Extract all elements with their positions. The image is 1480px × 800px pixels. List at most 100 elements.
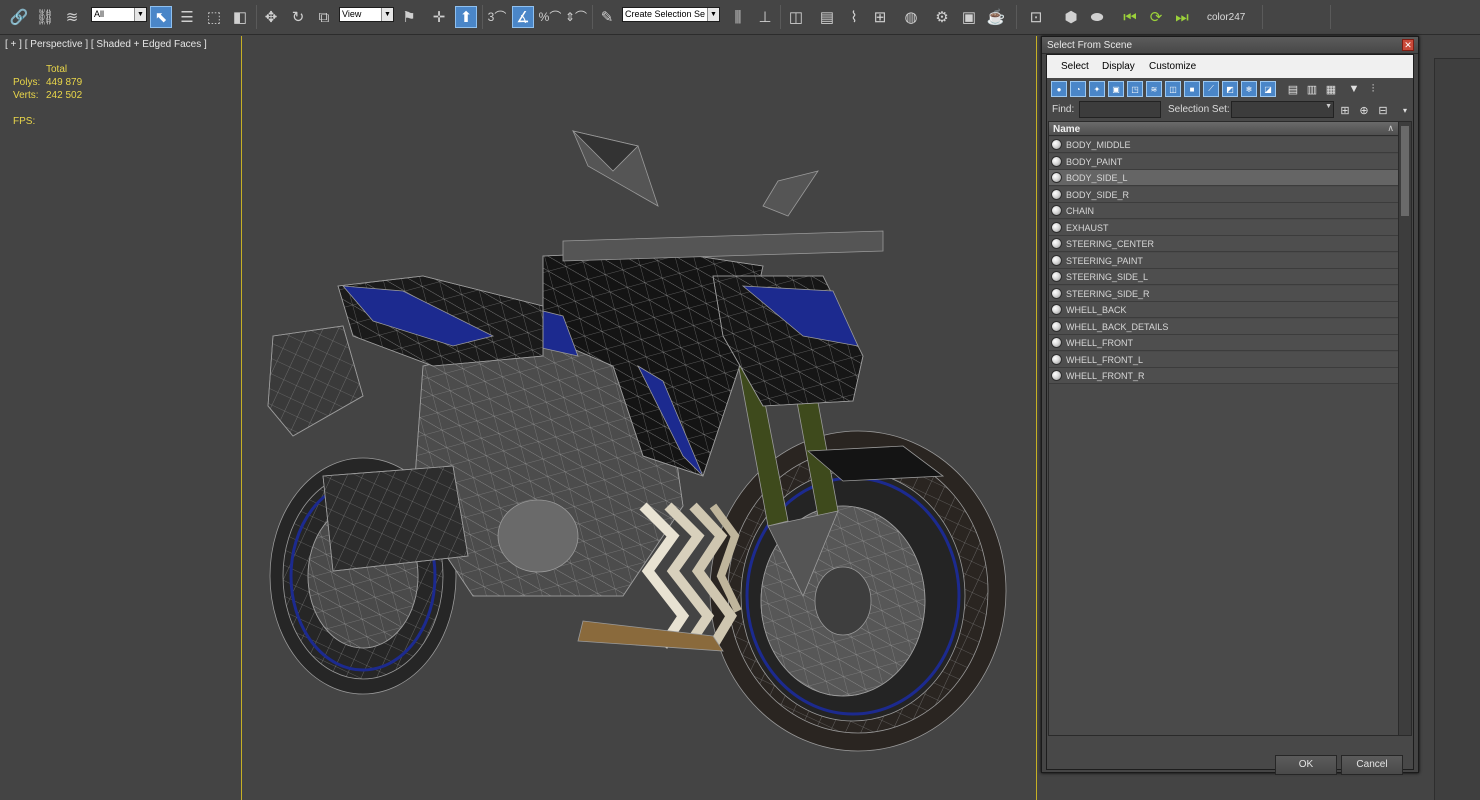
angle-snap-icon[interactable]: ∡ bbox=[512, 6, 534, 28]
ok-button[interactable]: OK bbox=[1275, 755, 1337, 775]
teapot-icon[interactable]: ☕ bbox=[985, 6, 1007, 28]
list-item[interactable]: WHELL_FRONT bbox=[1049, 335, 1398, 351]
find-input[interactable] bbox=[1079, 101, 1161, 118]
material-editor-icon[interactable]: ◍ bbox=[900, 6, 922, 28]
list-item[interactable]: BODY_PAINT bbox=[1049, 153, 1398, 170]
display-lights-icon[interactable]: ✦ bbox=[1089, 81, 1105, 97]
display-helpers-icon[interactable]: ◳ bbox=[1127, 81, 1143, 97]
select-by-name-icon[interactable]: ☰ bbox=[176, 6, 198, 28]
key-forward-icon[interactable]: ⏭ bbox=[1171, 6, 1193, 28]
list-item-label: STEERING_CENTER bbox=[1066, 239, 1155, 249]
manipulate-icon[interactable]: ⬆ bbox=[455, 6, 477, 28]
list-item[interactable]: STEERING_PAINT bbox=[1049, 252, 1398, 269]
list-item[interactable]: EXHAUST bbox=[1049, 219, 1398, 236]
display-xrefs-icon[interactable]: ■ bbox=[1184, 81, 1200, 97]
spinner-snap-icon[interactable]: ⇕⌒ bbox=[565, 6, 587, 28]
remove-from-set-icon[interactable]: ⊟ bbox=[1375, 102, 1391, 118]
render-setup-icon[interactable]: ⚙ bbox=[931, 6, 953, 28]
pivot-icon[interactable]: ⚑ bbox=[398, 6, 420, 28]
list-scrollbar[interactable] bbox=[1398, 122, 1411, 735]
sphere-icon[interactable]: ⬬ bbox=[1086, 6, 1108, 28]
window-crossing-icon[interactable]: ◧ bbox=[229, 6, 251, 28]
selection-set-dropdown[interactable]: ▼ bbox=[1231, 101, 1334, 118]
display-geometry-icon[interactable]: ● bbox=[1051, 81, 1067, 97]
display-bones-icon[interactable]: ⟋ bbox=[1203, 81, 1219, 97]
percent-snap-icon[interactable]: %⌒ bbox=[539, 6, 562, 28]
display-hidden-icon[interactable]: ◪ bbox=[1260, 81, 1276, 97]
scene-explorer-icon[interactable]: ▤ bbox=[816, 6, 838, 28]
selection-set-dropdown[interactable]: Create Selection Se ▼ bbox=[622, 7, 720, 22]
display-spacewarps-icon[interactable]: ≋ bbox=[1146, 81, 1162, 97]
filter-options-icon[interactable]: ⫶ bbox=[1365, 81, 1381, 97]
filter-icon[interactable]: ▼ bbox=[1346, 81, 1362, 97]
selection-filter-dropdown[interactable]: All ▼ bbox=[91, 7, 147, 22]
select-all-icon[interactable]: ▤ bbox=[1285, 81, 1301, 97]
layer-manager-icon[interactable]: ◫ bbox=[785, 6, 807, 28]
bind-spacewarp-icon[interactable]: ≋ bbox=[61, 6, 83, 28]
display-shapes-icon[interactable]: ◔ bbox=[1070, 81, 1086, 97]
unlink-icon[interactable]: ⛓ bbox=[34, 6, 56, 28]
keyboard-shortcut-icon[interactable]: ✛ bbox=[428, 6, 450, 28]
list-item[interactable]: WHELL_FRONT_R bbox=[1049, 368, 1398, 384]
key-mode-icon[interactable]: ⟳ bbox=[1145, 6, 1167, 28]
scrollbar-thumb[interactable] bbox=[1401, 126, 1409, 216]
list-item[interactable]: STEERING_SIDE_L bbox=[1049, 269, 1398, 285]
list-item[interactable]: BODY_SIDE_L bbox=[1049, 170, 1398, 186]
chevron-down-icon: ▼ bbox=[134, 8, 146, 21]
link-icon[interactable]: 🔗 bbox=[8, 6, 30, 28]
list-item-label: WHELL_BACK bbox=[1066, 305, 1127, 315]
curve-editor-icon[interactable]: ⌇ bbox=[843, 6, 865, 28]
key-back-icon[interactable]: ⏮ bbox=[1119, 6, 1141, 28]
selection-set-label: Selection Set: bbox=[1168, 104, 1230, 115]
menu-display[interactable]: Display bbox=[1102, 61, 1135, 72]
scale-icon[interactable]: ⧉ bbox=[313, 6, 335, 28]
display-frozen-icon[interactable]: ❄ bbox=[1241, 81, 1257, 97]
geometry-object-icon bbox=[1051, 139, 1062, 150]
chevron-down-icon: ▼ bbox=[381, 8, 393, 21]
dialog-titlebar[interactable]: Select From Scene ✕ bbox=[1042, 37, 1418, 54]
menu-customize[interactable]: Customize bbox=[1149, 61, 1196, 72]
menu-select[interactable]: Select bbox=[1061, 61, 1089, 72]
geometry-object-icon bbox=[1051, 370, 1062, 381]
rectangular-selection-icon[interactable]: ⬚ bbox=[203, 6, 225, 28]
mirror-icon[interactable]: ⫼ bbox=[727, 6, 749, 28]
list-item[interactable]: WHELL_BACK bbox=[1049, 302, 1398, 318]
close-icon[interactable]: ✕ bbox=[1402, 39, 1414, 51]
toolbar-separator bbox=[482, 5, 483, 29]
add-to-set-icon[interactable]: ⊕ bbox=[1356, 102, 1372, 118]
display-cameras-icon[interactable]: ▣ bbox=[1108, 81, 1124, 97]
list-item[interactable]: STEERING_CENTER bbox=[1049, 236, 1398, 252]
rotate-icon[interactable]: ↻ bbox=[287, 6, 309, 28]
select-none-icon[interactable]: ▥ bbox=[1304, 81, 1320, 97]
toolbar-separator bbox=[256, 5, 257, 29]
list-item[interactable]: STEERING_SIDE_R bbox=[1049, 285, 1398, 302]
perspective-viewport[interactable] bbox=[243, 36, 1037, 800]
list-item[interactable]: BODY_SIDE_R bbox=[1049, 186, 1398, 203]
create-selection-set-icon[interactable]: ⊞ bbox=[1337, 102, 1353, 118]
viewport-label[interactable]: [ + ] [ Perspective ] [ Shaded + Edged F… bbox=[5, 39, 207, 50]
geometry-object-icon bbox=[1051, 155, 1062, 167]
expand-icon[interactable]: ▾ bbox=[1397, 102, 1413, 118]
align-icon[interactable]: ⊥ bbox=[754, 6, 776, 28]
move-icon[interactable]: ✥ bbox=[260, 6, 282, 28]
display-containers-icon[interactable]: ◩ bbox=[1222, 81, 1238, 97]
list-item[interactable]: WHELL_BACK_DETAILS bbox=[1049, 318, 1398, 335]
container-icon[interactable]: ⊡ bbox=[1025, 6, 1047, 28]
select-invert-icon[interactable]: ▦ bbox=[1323, 81, 1339, 97]
reference-coordinate-dropdown[interactable]: View ▼ bbox=[339, 7, 394, 22]
named-selection-icon[interactable]: ✎ bbox=[596, 6, 618, 28]
geometry-object-icon bbox=[1051, 271, 1062, 282]
select-object-icon[interactable]: ⬉ bbox=[150, 6, 172, 28]
list-item-label: WHELL_BACK_DETAILS bbox=[1066, 321, 1169, 332]
list-item[interactable]: WHELL_FRONT_L bbox=[1049, 351, 1398, 368]
box-icon[interactable]: ⬢ bbox=[1060, 6, 1082, 28]
column-header-label: Name bbox=[1053, 124, 1081, 135]
snap-3d-icon[interactable]: 3⌒ bbox=[486, 6, 508, 28]
column-header-name[interactable]: Name ∧ bbox=[1049, 122, 1398, 136]
display-groups-icon[interactable]: ◫ bbox=[1165, 81, 1181, 97]
list-item[interactable]: BODY_MIDDLE bbox=[1049, 137, 1398, 153]
list-item[interactable]: CHAIN bbox=[1049, 203, 1398, 219]
render-frame-icon[interactable]: ▣ bbox=[958, 6, 980, 28]
cancel-button[interactable]: Cancel bbox=[1341, 755, 1403, 775]
schematic-view-icon[interactable]: ⊞ bbox=[869, 6, 891, 28]
